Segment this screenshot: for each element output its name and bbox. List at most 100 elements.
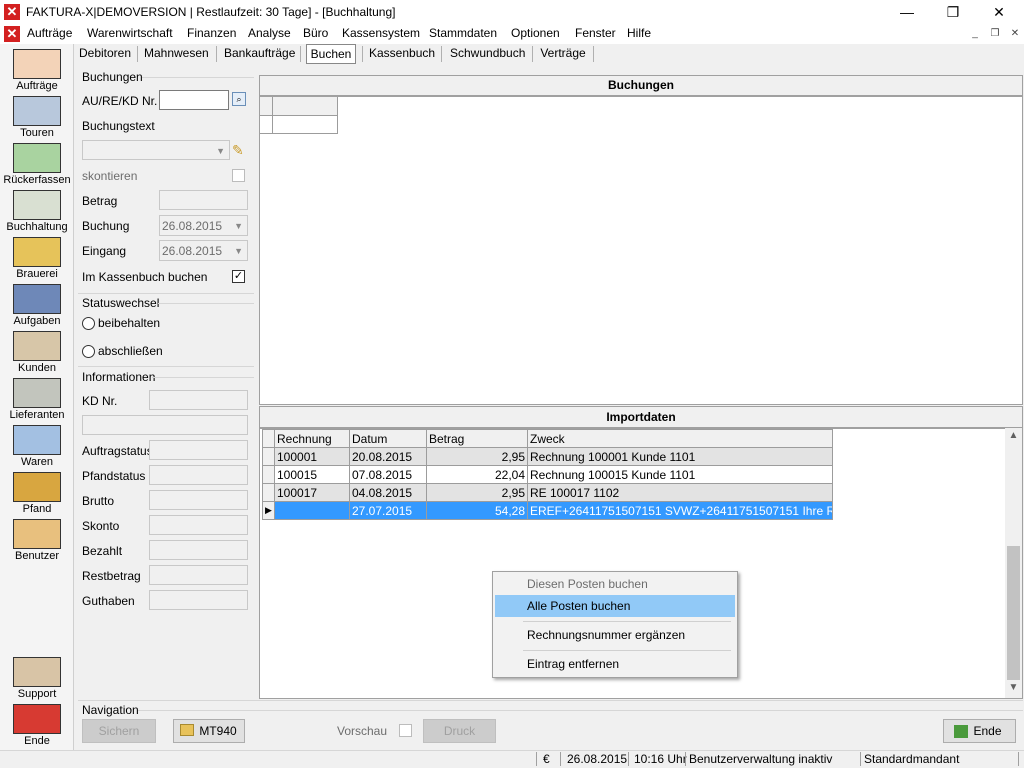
column-header-datum[interactable]: Datum <box>349 429 427 448</box>
beibehalten-radio[interactable] <box>82 317 95 330</box>
mdi-minimize-button[interactable]: _ <box>968 28 982 40</box>
toolbar-buchhaltung[interactable]: Buchhaltung <box>2 188 72 234</box>
menu-hilfe[interactable]: Hilfe <box>627 26 651 40</box>
scroll-down-icon[interactable]: ▼ <box>1005 682 1022 696</box>
cell-datum[interactable]: 07.08.2015 <box>349 465 427 484</box>
table-row-selected[interactable]: ▶ 27.07.2015 54,28 EREF+26411751507151 S… <box>262 501 833 520</box>
tab-kassenbuch[interactable]: Kassenbuch <box>369 44 435 64</box>
cell-betrag[interactable]: 54,28 <box>426 501 528 520</box>
cell-betrag[interactable]: 2,95 <box>426 447 528 466</box>
menu-warenwirtschaft[interactable]: Warenwirtschaft <box>87 26 173 40</box>
abschliessen-radio[interactable] <box>82 345 95 358</box>
vorschau-label: Vorschau <box>337 724 388 738</box>
menu-item-rechnungsnummer-ergaenzen[interactable]: Rechnungsnummer ergänzen <box>495 624 735 646</box>
menu-analyse[interactable]: Analyse <box>248 26 291 40</box>
menu-finanzen[interactable]: Finanzen <box>187 26 236 40</box>
cell-rechnung[interactable] <box>274 501 350 520</box>
cell-zweck[interactable]: RE 100017 1102 <box>527 483 833 502</box>
menu-item-eintrag-entfernen[interactable]: Eintrag entfernen <box>495 653 735 675</box>
toolbar-pfand[interactable]: Pfand <box>2 470 72 516</box>
row-header[interactable] <box>262 483 275 502</box>
column-header-rechnung[interactable]: Rechnung <box>274 429 350 448</box>
search-icon[interactable]: ⌕ <box>232 92 246 106</box>
buchungen-grid[interactable] <box>259 96 1023 405</box>
app-logo-icon[interactable]: ✕ <box>4 4 20 20</box>
warehouse-icon <box>13 378 61 408</box>
scroll-up-icon[interactable]: ▲ <box>1005 430 1022 444</box>
toolbar-waren[interactable]: Waren <box>2 423 72 469</box>
toolbar-brauerei[interactable]: Brauerei <box>2 235 72 281</box>
menu-stammdaten[interactable]: Stammdaten <box>429 26 497 40</box>
mdi-close-button[interactable]: ✕ <box>1008 28 1022 40</box>
window-minimize-button[interactable]: — <box>884 0 930 24</box>
table-row[interactable]: 100017 04.08.2015 2,95 RE 100017 1102 <box>262 483 833 502</box>
menu-buero[interactable]: Büro <box>303 26 328 40</box>
column-header-zweck[interactable]: Zweck <box>527 429 833 448</box>
cell-betrag[interactable]: 2,95 <box>426 483 528 502</box>
current-row-arrow-icon[interactable]: ▶ <box>262 501 275 520</box>
tab-debitoren[interactable]: Debitoren <box>78 44 132 64</box>
column-header-betrag[interactable]: Betrag <box>426 429 528 448</box>
tab-schwundbuch[interactable]: Schwundbuch <box>450 44 525 64</box>
cell-zweck[interactable]: Rechnung 100015 Kunde 1101 <box>527 465 833 484</box>
ende-button[interactable]: Ende <box>943 719 1016 743</box>
druck-button[interactable]: Druck <box>423 719 496 743</box>
row-header[interactable] <box>262 465 275 484</box>
table-row[interactable]: 100001 20.08.2015 2,95 Rechnung 100001 K… <box>262 447 833 466</box>
cell-rechnung[interactable]: 100001 <box>274 447 350 466</box>
mt940-button[interactable]: MT940 <box>173 719 245 743</box>
table-row[interactable]: 100015 07.08.2015 22,04 Rechnung 100015 … <box>262 465 833 484</box>
menu-optionen[interactable]: Optionen <box>511 26 560 40</box>
import-table[interactable]: Rechnung Datum Betrag Zweck 100001 20.08… <box>262 429 833 520</box>
window-close-button[interactable]: ✕ <box>976 0 1022 24</box>
toolbar-rueckerfassen[interactable]: Rückerfassen <box>2 141 72 187</box>
tab-vertraege[interactable]: Verträge <box>540 44 586 64</box>
toolbar-support[interactable]: Support <box>2 655 72 701</box>
tab-buchen[interactable]: Buchen <box>306 44 356 64</box>
skonto-checkbox[interactable] <box>232 169 245 182</box>
toolbar-touren[interactable]: Touren <box>2 94 72 140</box>
group-divider <box>78 700 1023 701</box>
row-header[interactable] <box>262 447 275 466</box>
toolbar-auftraege[interactable]: Aufträge <box>2 47 72 93</box>
buchungstext-dropdown[interactable]: ▼ <box>82 140 230 160</box>
mdi-restore-button[interactable]: ❐ <box>988 28 1002 40</box>
tab-bankauftraege[interactable]: Bankaufträge <box>224 44 295 64</box>
cell-datum[interactable]: 27.07.2015 <box>349 501 427 520</box>
pencil-icon[interactable]: ✎ <box>232 142 244 159</box>
toolbar-aufgaben[interactable]: Aufgaben <box>2 282 72 328</box>
cell-zweck[interactable]: Rechnung 100001 Kunde 1101 <box>527 447 833 466</box>
au-number-input[interactable] <box>159 90 229 110</box>
toolbar-ende[interactable]: Ende <box>2 702 72 748</box>
cell-datum[interactable]: 04.08.2015 <box>349 483 427 502</box>
cell-betrag[interactable]: 22,04 <box>426 465 528 484</box>
toolbar-lieferanten[interactable]: Lieferanten <box>2 376 72 422</box>
window-restore-button[interactable]: ❐ <box>930 0 976 24</box>
sichern-button[interactable]: Sichern <box>82 719 156 743</box>
menu-auftraege[interactable]: Aufträge <box>27 26 72 40</box>
eingang-date-picker[interactable]: 26.08.2015 ▼ <box>159 240 248 261</box>
toolbar-benutzer[interactable]: Benutzer <box>2 517 72 563</box>
toolbar-label: Kunden <box>18 362 56 374</box>
cell-datum[interactable]: 20.08.2015 <box>349 447 427 466</box>
menu-fenster[interactable]: Fenster <box>575 26 616 40</box>
betrag-input[interactable] <box>159 190 248 210</box>
group-divider <box>152 377 254 378</box>
mdi-app-icon[interactable]: ✕ <box>4 26 20 42</box>
cell-rechnung[interactable]: 100017 <box>274 483 350 502</box>
scrollbar-thumb[interactable] <box>1007 546 1020 680</box>
bezahlt-label: Bezahlt <box>82 544 123 558</box>
cell-rechnung[interactable]: 100015 <box>274 465 350 484</box>
vertical-scrollbar[interactable]: ▲ ▼ <box>1005 428 1022 698</box>
buchung-date-picker[interactable]: 26.08.2015 ▼ <box>159 215 248 236</box>
vorschau-checkbox[interactable] <box>399 724 412 737</box>
menu-kassensystem[interactable]: Kassensystem <box>342 26 420 40</box>
cell-zweck[interactable]: EREF+26411751507151 SVWZ+26411751507151 … <box>527 501 833 520</box>
guthaben-label: Guthaben <box>82 594 135 608</box>
menu-item-diesen-posten-buchen[interactable]: Diesen Posten buchen <box>495 573 735 595</box>
toolbar-label: Touren <box>20 127 54 139</box>
kassenbuch-checkbox[interactable]: ✓ <box>232 270 245 283</box>
toolbar-kunden[interactable]: Kunden <box>2 329 72 375</box>
menu-item-alle-posten-buchen[interactable]: Alle Posten buchen <box>495 595 735 617</box>
tab-mahnwesen[interactable]: Mahnwesen <box>144 44 209 64</box>
